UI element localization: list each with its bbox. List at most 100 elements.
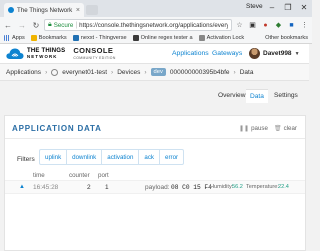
console-title: CONSOLE — [73, 46, 114, 56]
humidity-value: 56.2 — [232, 184, 243, 190]
minimize-icon[interactable]: – — [264, 0, 280, 14]
breadcrumb-app[interactable]: everynet01-test — [62, 69, 107, 76]
apple-icon — [198, 35, 205, 41]
filter-ack[interactable]: ack — [139, 150, 161, 164]
breadcrumb-devices[interactable]: Devices — [117, 69, 140, 76]
temperature-value: 22.4 — [278, 184, 289, 190]
tab-title: The Things Network Co — [17, 6, 73, 14]
breadcrumb-applications[interactable]: Applications — [6, 69, 41, 76]
breadcrumb-separator: › — [45, 68, 48, 76]
device-badge: dev — [150, 68, 166, 76]
back-icon[interactable]: ← — [2, 19, 14, 31]
menu-icon[interactable]: ⋮ — [299, 20, 310, 31]
user-menu[interactable]: Davet998 ▼ — [249, 48, 300, 59]
filter-error[interactable]: error — [160, 150, 183, 164]
pause-icon: ❚❚ — [239, 126, 250, 132]
address-bar[interactable]: 🔒︎ Secure | https://console.thethingsnet… — [44, 19, 232, 31]
logo-text: THE THINGS — [27, 47, 66, 54]
page-tabs: Overview Data Settings — [0, 81, 312, 107]
reload-icon[interactable]: ↻ — [30, 19, 42, 31]
pause-button[interactable]: ❚❚ pause — [239, 125, 268, 132]
extension-icon[interactable]: ■ — [286, 20, 297, 31]
ttn-cloud-icon — [6, 48, 24, 59]
maximize-icon[interactable]: ❐ — [280, 0, 296, 14]
other-bookmarks[interactable]: Other bookmarks — [265, 35, 308, 41]
breadcrumb: Applications › everynet01-test › Devices… — [0, 64, 312, 81]
browser-profile[interactable]: Steve — [246, 3, 263, 10]
bookmark-label: Online regex tester a — [140, 35, 193, 41]
logo-text: NETWORK — [27, 53, 58, 59]
pause-label: pause — [251, 125, 268, 132]
user-name: Davet998 — [263, 50, 292, 57]
star-icon[interactable]: ☆ — [234, 20, 245, 31]
filter-uplink[interactable]: uplink — [40, 150, 68, 164]
close-window-icon[interactable]: ✕ — [296, 0, 312, 14]
filter-activation[interactable]: activation — [102, 150, 140, 164]
console-subtitle: COMMUNITY EDITION — [73, 55, 116, 60]
star-icon — [30, 35, 37, 41]
new-tab-button[interactable] — [86, 5, 98, 15]
card-title: APPLICATION DATA — [12, 124, 102, 133]
tab-overview[interactable]: Overview — [214, 89, 249, 102]
folder-icon — [72, 35, 79, 41]
ttn-favicon-icon — [8, 7, 14, 13]
filter-group: uplink downlink activation ack error — [39, 149, 185, 165]
browser-toolbar: ← → ↻ 🔒︎ Secure | https://console.thethi… — [0, 17, 312, 33]
extension-icon[interactable]: ▣ — [247, 20, 258, 31]
url-text: https://console.thethingsnetwork.org/app… — [79, 21, 228, 29]
trash-icon: 🗑︎ — [273, 126, 282, 132]
bookmark-label: Bookmarks — [38, 35, 67, 41]
url-separator: | — [75, 21, 78, 29]
bookmark-regex[interactable]: Online regex tester a — [132, 35, 193, 41]
tab-settings[interactable]: Settings — [270, 89, 302, 102]
row-port: 1 — [105, 184, 109, 191]
secure-label: Secure — [53, 21, 74, 29]
column-header-port: port — [98, 172, 109, 179]
payload-label: payload: — [145, 184, 170, 191]
breadcrumb-device[interactable]: 000000000395b4bfe — [170, 69, 230, 76]
bookmark-apps[interactable]: Apps — [4, 35, 25, 41]
card-actions: ❚❚ pause 🗑︎ clear — [239, 125, 297, 132]
bookmark-label: nexxt - Thingverse — [80, 35, 127, 41]
row-time: 16:45:28 — [33, 184, 59, 191]
browser-titlebar: The Things Network Co × Steve – ❐ ✕ — [0, 0, 312, 17]
temperature-label: Temperature: — [246, 184, 279, 190]
nav-applications[interactable]: Applications — [172, 50, 209, 57]
bookmark-bookmarks[interactable]: Bookmarks — [30, 35, 67, 41]
filter-downlink[interactable]: downlink — [67, 150, 103, 164]
uplink-arrow-icon: ▲ — [19, 184, 25, 190]
browser-tab[interactable]: The Things Network Co × — [4, 3, 84, 17]
bookmark-label: Apps — [12, 35, 25, 41]
clear-button[interactable]: 🗑︎ clear — [274, 125, 297, 132]
filters-label: Filters — [17, 156, 35, 163]
bookmark-activation-lock[interactable]: Activation Lock — [198, 35, 245, 41]
divider — [5, 138, 305, 139]
extension-icon[interactable]: ◆ — [273, 20, 284, 31]
breadcrumb-separator: › — [233, 68, 236, 76]
globe-icon — [51, 68, 59, 76]
breadcrumb-separator: › — [144, 68, 147, 76]
column-header-counter: counter — [69, 172, 90, 179]
avatar — [249, 48, 260, 59]
application-data-card: APPLICATION DATA ❚❚ pause 🗑︎ clear Filte… — [4, 115, 306, 251]
humidity-label: Humidity: — [210, 184, 234, 190]
lock-icon: 🔒︎ — [48, 21, 52, 28]
tab-data[interactable]: Data — [246, 89, 268, 103]
row-counter: 2 — [87, 184, 91, 191]
nav-gateways[interactable]: Gateways — [212, 50, 242, 57]
bookmark-label: Activation Lock — [206, 35, 245, 41]
bookmarks-bar: Apps Bookmarks nexxt - Thingverse Online… — [0, 33, 312, 44]
table-row[interactable]: ▲ 16:45:28 2 1 payload: 08 C0 15 F4 Humi… — [5, 180, 305, 194]
regex-favicon-icon — [132, 35, 139, 41]
extension-icon[interactable]: ● — [260, 20, 271, 31]
clear-label: clear — [283, 125, 297, 132]
ttn-logo[interactable]: THE THINGS NETWORK CONSOLE COMMUNITY EDI… — [6, 47, 116, 60]
page-scrollbar[interactable] — [309, 44, 312, 251]
column-header-time: time — [33, 172, 45, 179]
payload-value: 08 C0 15 F4 — [171, 184, 212, 191]
tab-close-icon[interactable]: × — [76, 7, 80, 14]
forward-icon[interactable]: → — [16, 19, 28, 31]
apps-grid-icon — [4, 35, 10, 41]
breadcrumb-data: Data — [239, 68, 254, 76]
bookmark-thingverse[interactable]: nexxt - Thingverse — [72, 35, 127, 41]
